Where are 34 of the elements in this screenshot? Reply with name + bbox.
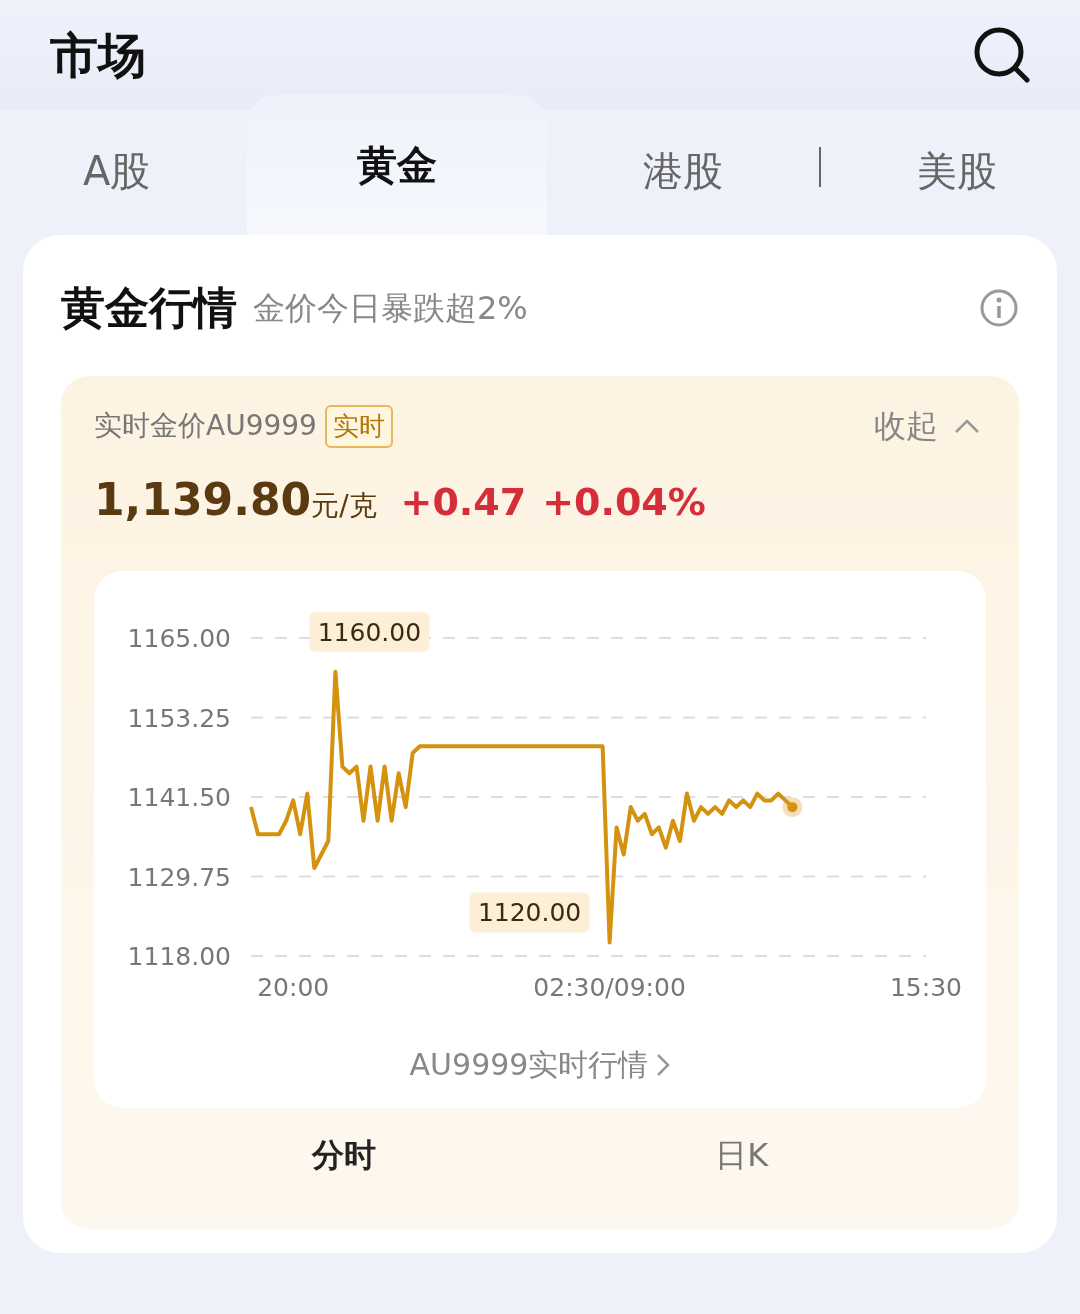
card-subtitle: 金价今日暴跌超2%	[253, 288, 528, 329]
period-tab[interactable]: 分时	[251, 1116, 436, 1194]
collapse-button[interactable]: 收起	[868, 401, 986, 451]
chevron-up-icon	[954, 418, 980, 434]
price-change: +0.47	[400, 479, 527, 526]
x-axis-label: 15:30	[890, 973, 962, 1002]
page-title: 市场	[50, 26, 146, 85]
market-tab[interactable]: 港股	[612, 131, 753, 211]
search-icon[interactable]	[974, 27, 1030, 83]
percent-change: +0.04%	[542, 479, 706, 526]
y-axis-label: 1129.75	[127, 862, 231, 892]
value-tag: 1160.00	[309, 611, 430, 652]
live-badge: 实时	[324, 404, 393, 448]
y-axis-label: 1118.00	[127, 942, 231, 971]
market-tab[interactable]: A股	[53, 131, 181, 211]
y-axis-label: 1141.50	[127, 783, 231, 812]
info-icon[interactable]	[979, 288, 1019, 328]
annotation: 1120.00	[477, 898, 582, 928]
x-axis-label: 20:00	[257, 973, 330, 1002]
annotation: 1160.00	[317, 617, 422, 647]
quote-name: 实时金价AU9999	[94, 408, 317, 444]
value-tag: 1120.00	[469, 892, 590, 933]
chevron-right-icon	[656, 1052, 671, 1077]
x-axis-label: 02:30/09:00	[533, 973, 686, 1002]
y-axis-label: 1153.25	[127, 703, 231, 733]
card-title: 黄金行情	[61, 281, 237, 335]
quote-link[interactable]: AU9999实时行情	[403, 1041, 677, 1088]
price: 1,139.80	[94, 473, 312, 527]
market-tab[interactable]: 美股	[886, 131, 1027, 211]
y-axis-label: 1165.00	[127, 624, 231, 653]
price-unit: 元/克	[311, 488, 377, 524]
period-tab[interactable]: 日K	[655, 1116, 829, 1194]
end-point-marker	[782, 797, 803, 818]
market-tab[interactable]: 黄金	[246, 95, 547, 235]
